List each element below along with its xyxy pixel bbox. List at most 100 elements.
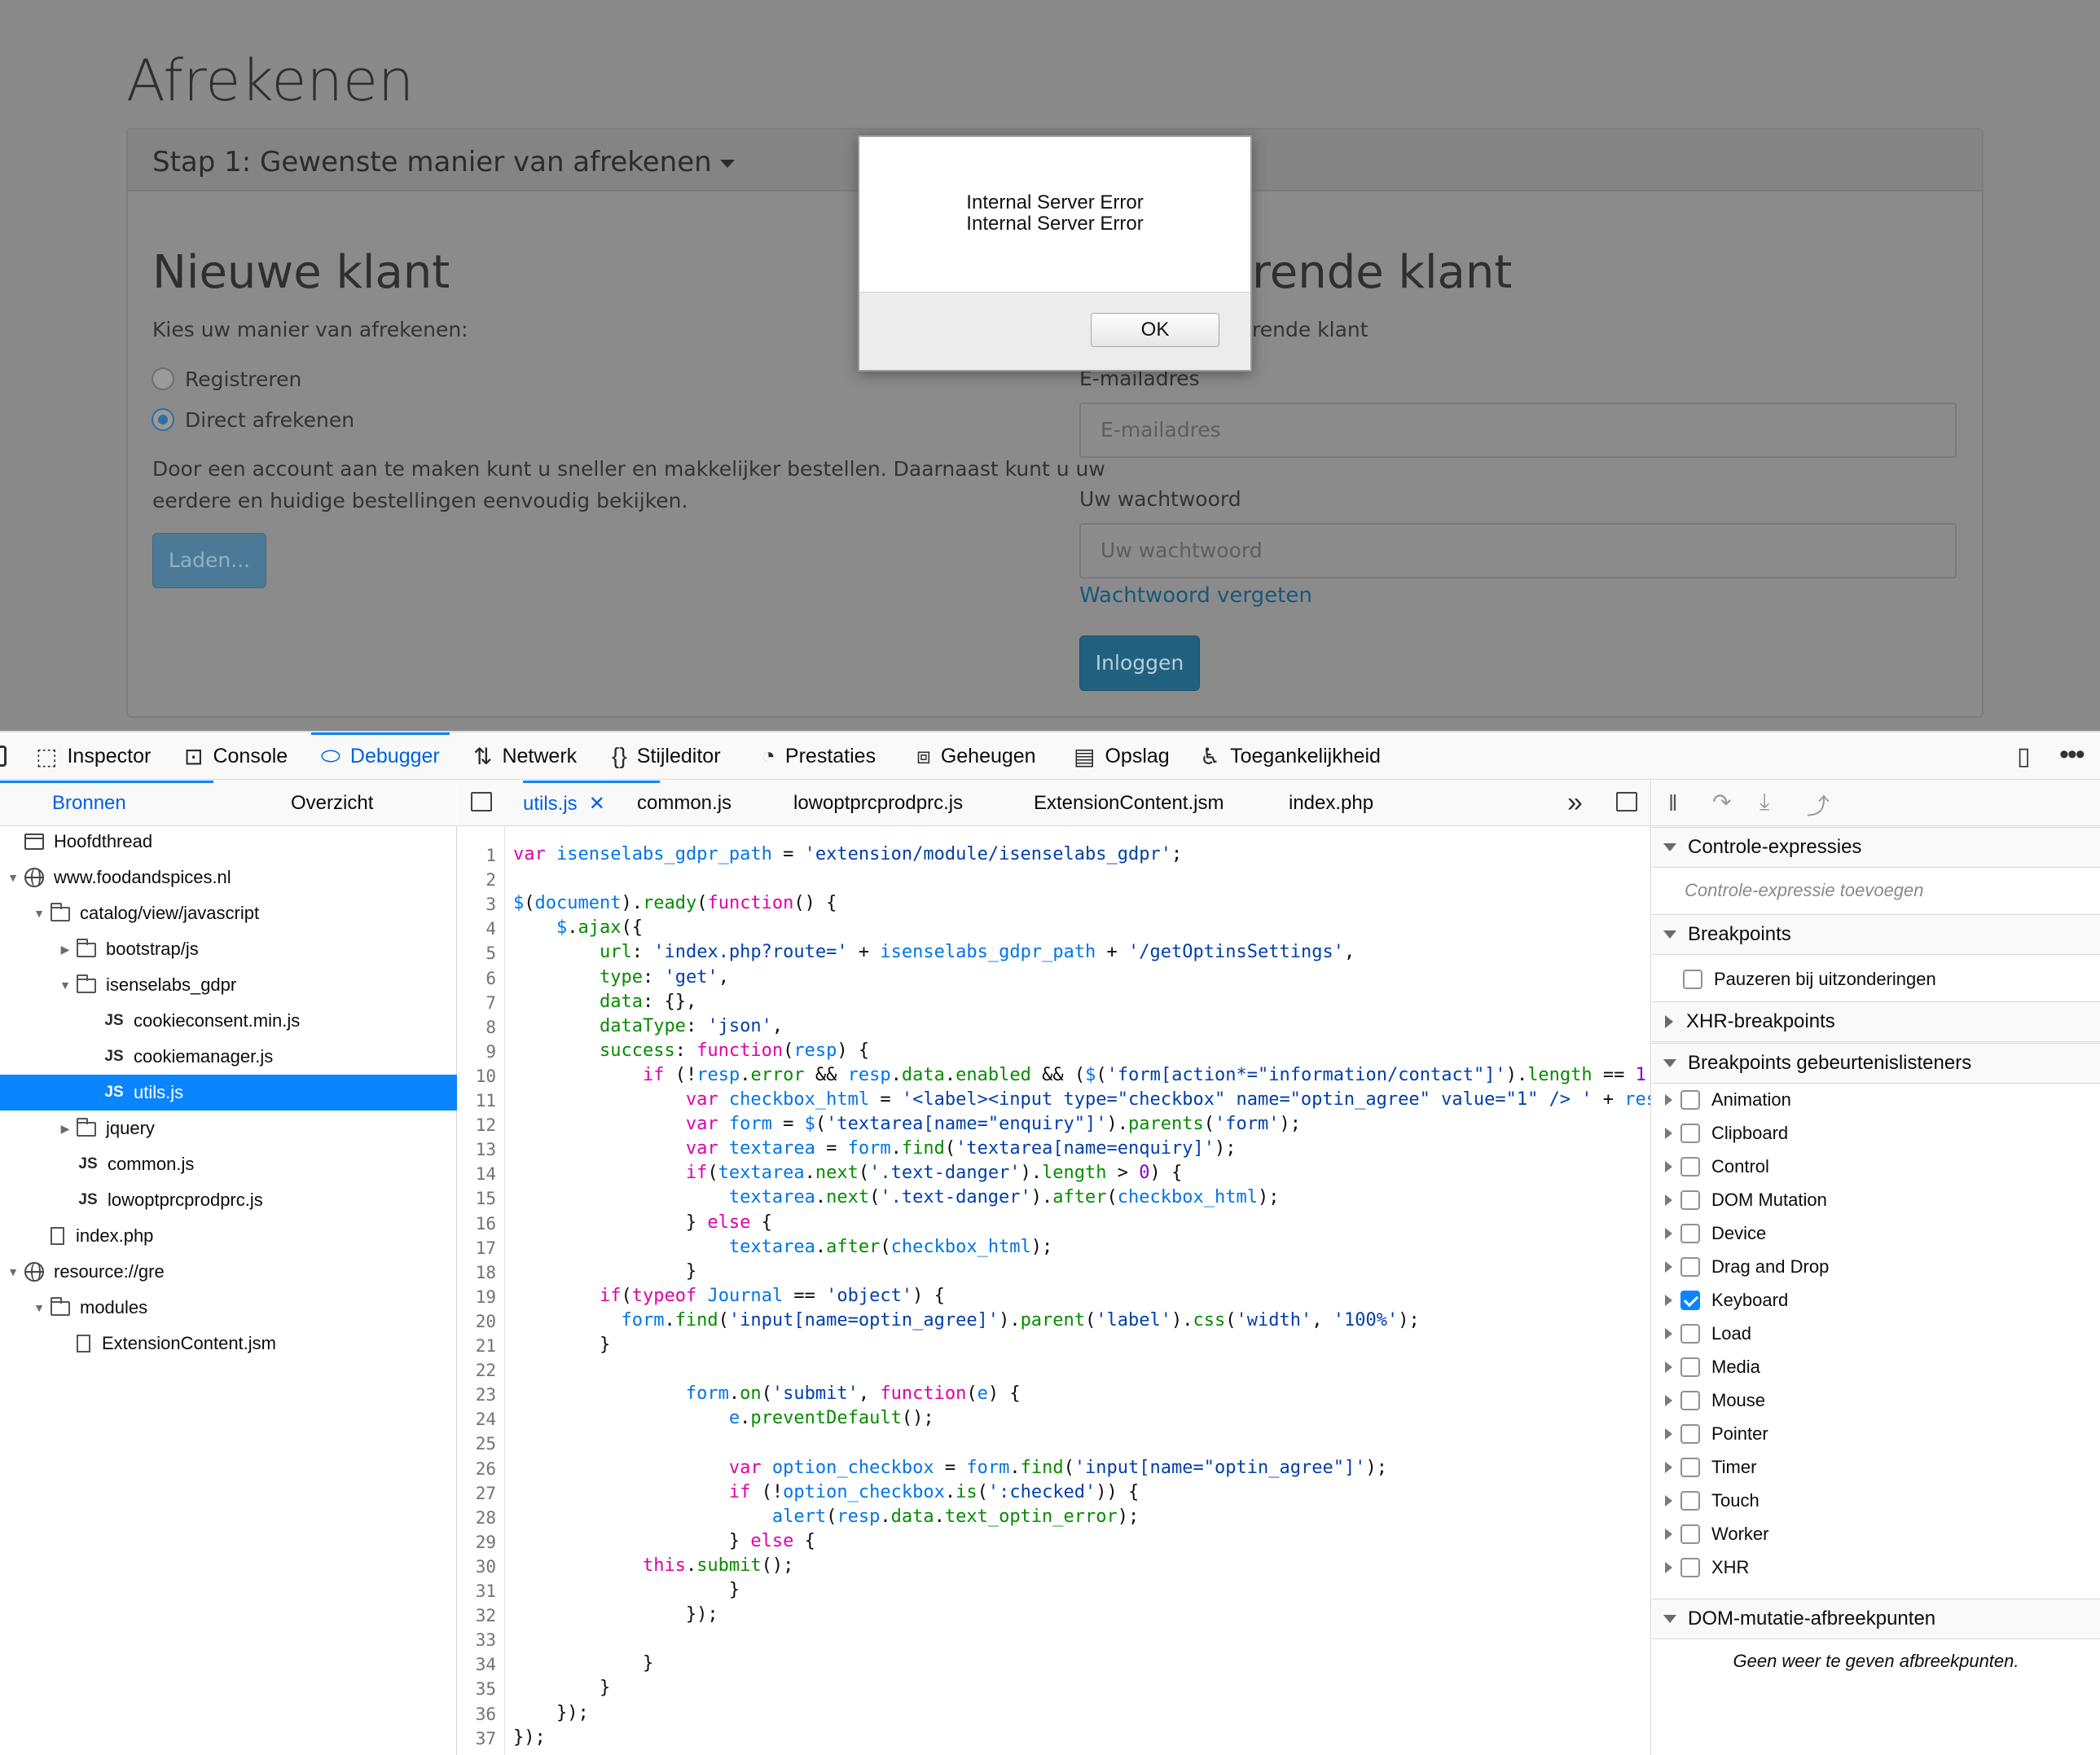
tree-item[interactable]: ▼ catalog/view/javascript [0,895,457,931]
step-over-icon[interactable]: ↷ [1712,789,1731,816]
tab-console[interactable]: ⊡ Console [184,732,288,780]
forgot-password-link[interactable]: Wachtwoord vergeten [1079,583,1312,608]
line-number[interactable]: 16 [458,1214,496,1234]
responsive-mode-icon[interactable]: ▯ [2017,742,2031,771]
alert-ok-button[interactable]: OK [1091,313,1219,347]
line-number[interactable]: 3 [458,895,496,914]
loading-button[interactable]: Laden... [152,533,266,588]
event-breakpoint-row[interactable]: Worker [1652,1518,2100,1550]
element-picker-icon[interactable] [0,746,7,767]
line-number[interactable]: 28 [458,1508,496,1528]
tree-item[interactable]: ▼ modules [0,1290,457,1326]
tree-item[interactable]: JS lowoptprcprodprc.js [0,1182,457,1218]
event-breakpoint-checkbox[interactable] [1680,1090,1700,1110]
editor-tab-common[interactable]: common.js [637,792,731,815]
event-breakpoint-row[interactable]: Pointer [1652,1418,2100,1450]
event-breakpoint-checkbox[interactable] [1680,1357,1700,1377]
tab-performance[interactable]: ◔ Prestaties [762,732,876,780]
pause-icon[interactable]: ‖ [1668,790,1678,816]
line-number[interactable]: 2 [458,870,496,890]
expand-arrow-icon[interactable] [1665,1495,1672,1506]
event-breakpoint-row[interactable]: Keyboard [1652,1284,2100,1317]
line-number[interactable]: 25 [458,1434,496,1454]
pause-on-exceptions-row[interactable]: Pauzeren bij uitzonderingen [1652,963,2100,996]
expand-arrow-icon[interactable] [1665,1462,1672,1473]
email-input[interactable]: E-mailadres [1079,402,1957,458]
pause-on-exceptions-checkbox[interactable] [1683,970,1702,989]
event-breakpoint-checkbox[interactable] [1680,1257,1700,1277]
tab-debugger[interactable]: ⬭ Debugger [311,732,450,780]
tree-item[interactable]: index.php [0,1218,457,1254]
event-listener-breakpoints-header[interactable]: Breakpoints gebeurtenislisteners [1652,1043,2100,1084]
line-number[interactable]: 35 [458,1679,496,1699]
line-number[interactable]: 14 [458,1164,496,1184]
tree-item[interactable]: ▼ resource://gre [0,1254,457,1290]
step-in-icon[interactable]: ⤓ [1760,789,1769,816]
event-breakpoint-row[interactable]: Control [1652,1150,2100,1183]
line-number[interactable]: 21 [458,1336,496,1356]
dom-mutation-breakpoints-header[interactable]: DOM-mutatie-afbreekpunten [1652,1599,2100,1639]
expand-arrow-icon[interactable] [1665,1128,1672,1139]
line-number[interactable]: 30 [458,1557,496,1577]
event-breakpoint-row[interactable]: Animation [1652,1084,2100,1116]
line-number[interactable]: 37 [458,1729,496,1748]
collapsed-arrow-icon[interactable]: ▶ [59,943,72,957]
tab-network[interactable]: ⇅ Netwerk [473,732,577,780]
event-breakpoint-checkbox[interactable] [1680,1558,1700,1577]
line-number[interactable]: 15 [458,1189,496,1208]
expand-arrow-icon[interactable] [1665,1361,1672,1373]
event-breakpoint-row[interactable]: Drag and Drop [1652,1251,2100,1283]
more-options-icon[interactable]: ••• [2059,739,2085,771]
tree-item[interactable]: JS utils.js [0,1075,457,1111]
expanded-arrow-icon[interactable]: ▼ [7,1265,20,1278]
event-breakpoint-checkbox[interactable] [1680,1324,1700,1344]
event-breakpoint-checkbox[interactable] [1680,1391,1700,1410]
line-number[interactable]: 26 [458,1459,496,1479]
event-breakpoint-row[interactable]: Timer [1652,1451,2100,1484]
line-number[interactable]: 10 [458,1067,496,1086]
event-breakpoint-row[interactable]: Load [1652,1317,2100,1350]
expanded-arrow-icon[interactable]: ▼ [33,1301,46,1314]
expand-arrow-icon[interactable] [1665,1328,1672,1339]
login-button[interactable]: Inloggen [1079,636,1200,691]
line-number[interactable]: 6 [458,969,496,988]
tree-item[interactable]: JS cookieconsent.min.js [0,1003,457,1039]
event-breakpoint-row[interactable]: XHR [1652,1551,2100,1584]
option-direct-checkout-label[interactable]: Direct afrekenen [185,408,354,432]
event-breakpoint-row[interactable]: Touch [1652,1484,2100,1517]
step-label[interactable]: Stap 1: Gewenste manier van afrekenen [152,146,712,178]
editor-tab-extensioncontent[interactable]: ExtensionContent.jsm [1034,792,1224,815]
radio-register[interactable] [152,367,174,390]
expand-arrow-icon[interactable] [1665,1562,1672,1573]
expand-arrow-icon[interactable] [1665,1295,1672,1306]
line-number[interactable]: 1 [458,846,496,865]
event-breakpoint-checkbox[interactable] [1680,1458,1700,1477]
expand-arrow-icon[interactable] [1665,1428,1672,1440]
tab-outline[interactable]: Overzicht [291,792,373,815]
line-number[interactable]: 19 [458,1287,496,1307]
tree-item[interactable]: ▼ isenselabs_gdpr [0,967,457,1003]
watch-expressions-header[interactable]: Controle-expressies [1652,827,2100,868]
line-number[interactable]: 34 [458,1655,496,1674]
event-breakpoint-checkbox[interactable] [1680,1291,1700,1310]
expanded-arrow-icon[interactable]: ▼ [7,871,20,884]
close-tab-icon[interactable]: ✕ [589,793,605,815]
line-number[interactable]: 8 [458,1018,496,1037]
line-number[interactable]: 23 [458,1385,496,1405]
event-breakpoint-checkbox[interactable] [1680,1124,1700,1143]
line-number[interactable]: 13 [458,1140,496,1159]
collapsed-arrow-icon[interactable]: ▶ [59,1122,72,1136]
line-number[interactable]: 12 [458,1115,496,1135]
line-number[interactable]: 18 [458,1263,496,1282]
tree-item[interactable]: JS cookiemanager.js [0,1039,457,1075]
event-breakpoint-checkbox[interactable] [1680,1224,1700,1243]
tab-style-editor[interactable]: {} Stijleditor [612,732,721,780]
line-number[interactable]: 4 [458,919,496,939]
tab-accessibility[interactable]: ♿ Toegankelijkheid [1200,732,1381,780]
tree-item[interactable]: ▶ jquery [0,1111,457,1146]
more-tabs-icon[interactable]: » [1567,787,1583,819]
event-breakpoint-checkbox[interactable] [1680,1157,1700,1177]
event-breakpoint-row[interactable]: DOM Mutation [1652,1184,2100,1216]
line-number[interactable]: 11 [458,1091,496,1111]
event-breakpoint-row[interactable]: Mouse [1652,1384,2100,1417]
